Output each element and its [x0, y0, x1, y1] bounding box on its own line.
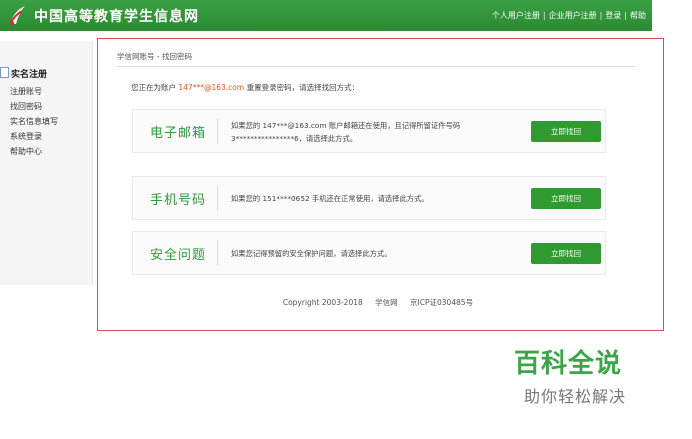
page-footer: Copyright 2003-2018 学信网 京ICP证030485号 [104, 297, 652, 308]
card-divider [217, 240, 218, 266]
personal-register-link[interactable]: 个人用户注册 [492, 10, 540, 21]
sidebar-item-realname-info[interactable]: 实名信息填写 [10, 114, 58, 129]
site-logo-icon[interactable] [6, 3, 28, 27]
sidebar-item-login[interactable]: 系统登录 [10, 129, 58, 144]
watermark: 百科全说 助你轻松解决 [494, 333, 664, 419]
sidebar-heading: 实名注册 [0, 67, 47, 80]
sidebar-heading-label: 实名注册 [11, 70, 48, 80]
notice-prefix: 您正在为账户 [131, 83, 176, 92]
notice-suffix: 重置登录密码，请选择找回方式： [246, 83, 360, 92]
option-title-security: 安全问题 [150, 248, 207, 263]
card-divider [217, 118, 218, 144]
option-desc-phone: 如果您的 151****0652 手机还在正常使用，请选择此方式。 [231, 194, 429, 203]
login-link[interactable]: 登录 [605, 10, 621, 21]
option-title-email: 电子邮箱 [150, 126, 207, 141]
option-title-phone: 手机号码 [150, 193, 207, 208]
sidebar-item-register[interactable]: 注册账号 [10, 84, 58, 99]
footer-icp-link[interactable]: 京ICP证030485号 [410, 298, 473, 307]
option-desc-security: 如果您记得预留的安全保护问题，请选择此方式。 [231, 249, 392, 258]
option-desc-line: 3****************6，请选择此方式。 [231, 134, 358, 143]
card-divider [217, 185, 218, 211]
breadcrumb: 学信网账号 - 找回密码 [117, 52, 192, 61]
sidebar-menu: 注册账号 找回密码 实名信息填写 系统登录 帮助中心 [10, 84, 58, 159]
option-desc-email: 如果您的 147***@163.com 账户邮箱还在使用，且记得所留证件号码 3… [231, 119, 511, 145]
link-separator: | [624, 11, 627, 20]
top-header-bar: 中国高等教育学生信息网 个人用户注册 | 企业用户注册 | 登录 | 帮助 [0, 0, 652, 31]
reset-notice: 您正在为账户 147***@163.com 重置登录密码，请选择找回方式： [131, 82, 359, 93]
link-separator: | [599, 11, 603, 20]
recover-by-email-button[interactable]: 立即找回 [531, 121, 601, 142]
recover-by-phone-button[interactable]: 立即找回 [531, 188, 601, 209]
watermark-subtitle: 助你轻松解决 [524, 387, 627, 406]
option-desc-line: 如果您的 147***@163.com 账户邮箱还在使用，且记得所留证件号码 [231, 121, 461, 130]
account-name: 147***@163.com [178, 83, 245, 92]
copyright-text: Copyright 2003-2018 [282, 298, 363, 307]
header-links: 个人用户注册 | 企业用户注册 | 登录 | 帮助 [492, 10, 646, 21]
option-card-security: 安全问题 如果您记得预留的安全保护问题，请选择此方式。 立即找回 [132, 231, 606, 275]
site-title[interactable]: 中国高等教育学生信息网 [34, 6, 199, 26]
recover-by-security-button[interactable]: 立即找回 [531, 243, 601, 264]
document-icon [0, 67, 9, 78]
sidebar-item-help[interactable]: 帮助中心 [10, 144, 58, 159]
help-link[interactable]: 帮助 [630, 10, 646, 21]
sidebar-item-recover-password[interactable]: 找回密码 [10, 99, 58, 114]
option-card-phone: 手机号码 如果您的 151****0652 手机还在正常使用，请选择此方式。 立… [132, 176, 606, 220]
option-card-email: 电子邮箱 如果您的 147***@163.com 账户邮箱还在使用，且记得所留证… [132, 109, 606, 153]
company-register-link[interactable]: 企业用户注册 [549, 10, 597, 21]
footer-site-link[interactable]: 学信网 [375, 298, 398, 307]
main-content: 学信网账号 - 找回密码 您正在为账户 147***@163.com 重置登录密… [104, 42, 652, 307]
watermark-title: 百科全说 [514, 349, 623, 379]
sidebar: 实名注册 注册账号 找回密码 实名信息填写 系统登录 帮助中心 [0, 41, 93, 285]
link-separator: | [542, 11, 546, 20]
breadcrumb-divider [117, 66, 635, 67]
